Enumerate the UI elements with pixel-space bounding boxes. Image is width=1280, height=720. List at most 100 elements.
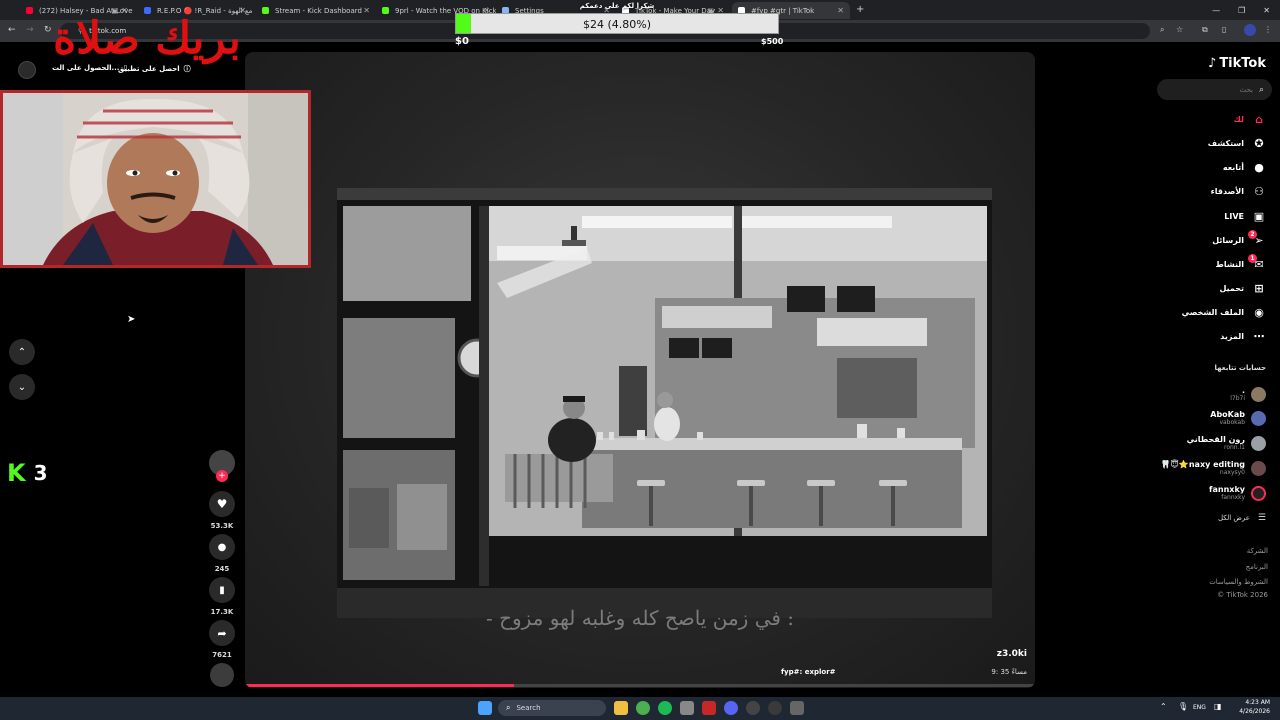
footer-link[interactable]: الشروط والسياسات (1209, 578, 1268, 586)
store-icon[interactable] (680, 701, 694, 715)
zoom-icon[interactable]: ⌕ (1160, 25, 1164, 35)
webcam-frame (0, 90, 311, 268)
profile-avatar-icon[interactable] (1244, 24, 1256, 36)
app-red-icon[interactable] (702, 701, 716, 715)
following-item[interactable]: fannxky fannxky (1209, 482, 1266, 504)
sidebar-item-compass[interactable]: استكشف ✪ (1208, 134, 1266, 152)
tiktok-brand-text: TikTok (1219, 56, 1266, 71)
save-count: 17.3K (210, 608, 234, 616)
mic-icon[interactable]: 🎙 (1178, 702, 1188, 711)
windows-taskbar: ⌕ Search ⌃ 🎙 ENG ◨ 4:23 AM 4/26/2026 (0, 697, 1280, 720)
comment-button[interactable]: ● 245 (208, 534, 236, 573)
next-video-button[interactable]: ⌄ (9, 374, 35, 400)
bookmark-star-icon[interactable]: ☆ (1176, 25, 1183, 34)
steam-icon[interactable] (768, 701, 782, 715)
close-tab-icon[interactable]: ✕ (363, 6, 370, 15)
copyright-text: © TikTok 2026 (1217, 591, 1268, 599)
sidebar-item-label: الأصدقاء (1210, 186, 1244, 196)
taskbar-date[interactable]: 4/26/2026 (1239, 708, 1270, 715)
restore-icon[interactable]: ❐ (1238, 6, 1245, 15)
sidebar-item-home[interactable]: لك ⌂ (1234, 110, 1266, 128)
creator-avatar-button[interactable]: + (208, 450, 236, 482)
donation-goal-max: $500 (761, 37, 784, 46)
following-item[interactable]: . l7b7i (1230, 383, 1266, 405)
taskbar-search-label: Search (516, 704, 541, 712)
video-player[interactable]: - في زمن ياصح كله وغلبه لهو مزوح : z3.0k… (245, 52, 1035, 688)
taskbar-search[interactable]: ⌕ Search (498, 700, 606, 716)
sidebar-item-friends[interactable]: الأصدقاء ⚇ (1211, 182, 1266, 200)
video-time: 9: 35 مساءً (991, 668, 1027, 676)
sidebar-item-upload[interactable]: تحميل ⊞ (1219, 279, 1266, 297)
kick-favicon-icon (382, 7, 389, 14)
notification-badge: 2 (1248, 229, 1257, 239)
tiktok-logo[interactable]: ♪ TikTok (1208, 56, 1266, 71)
search-box[interactable]: ⌕ (1157, 79, 1272, 100)
sidebar-item-following-avatar[interactable]: أتابعه ● (1223, 158, 1266, 176)
following-name: . (1241, 386, 1245, 395)
footer-link[interactable]: البرنامج (1246, 563, 1268, 571)
send-icon: ➢ 2 (1248, 229, 1266, 247)
app-icon[interactable] (746, 701, 760, 715)
spotify-icon[interactable] (658, 701, 672, 715)
sidebar-item-profile[interactable]: الملف الشخصي ◉ (1182, 303, 1266, 321)
minimize-icon[interactable]: — (1212, 6, 1220, 15)
list-icon: ☰ (1257, 513, 1266, 523)
sidebar-item-inbox[interactable]: النشاط ✉ 1 (1215, 253, 1266, 273)
tray-chevron-icon[interactable]: ⌃ (1160, 702, 1167, 711)
tiktok-note-icon: ♪ (1208, 56, 1217, 71)
search-input[interactable] (1172, 85, 1253, 94)
follow-plus-icon[interactable]: + (216, 470, 228, 482)
search-icon[interactable]: ⌕ (1259, 85, 1264, 95)
see-all-link[interactable]: عرض الكل ☰ (1218, 509, 1266, 527)
info-icon: ⓘ (183, 65, 191, 73)
mouse-cursor-icon: ➤ (127, 314, 136, 325)
close-tab-icon[interactable]: ✕ (837, 6, 844, 15)
sidebar-item-label: أتابعه (1222, 162, 1244, 172)
extensions-icon[interactable]: ⧉ (1202, 25, 1208, 35)
video-author[interactable]: z3.0ki (997, 649, 1027, 659)
following-item[interactable]: AboKab vabokab (1210, 407, 1266, 429)
browser-tab[interactable]: Stream - Kick Dashboard ✕ (256, 2, 376, 19)
file-explorer-icon[interactable] (614, 701, 628, 715)
share-button[interactable]: ➦ 7621 (208, 620, 236, 659)
video-progress-track[interactable] (245, 684, 1035, 687)
video-caption[interactable]: fyp#: explor# (781, 668, 836, 676)
menu-kebab-icon[interactable]: ⋮ (1264, 25, 1272, 34)
previous-video-button[interactable]: ⌃ (9, 339, 35, 365)
language-indicator[interactable]: ENG (1193, 704, 1206, 711)
following-item[interactable]: رون القحطاني ronn.l1 (1187, 432, 1266, 454)
back-icon[interactable]: ← (8, 25, 16, 35)
discord-icon[interactable] (724, 701, 738, 715)
share-icon[interactable]: ➦ (209, 620, 235, 646)
taskbar-time[interactable]: 4:23 AM (1245, 699, 1270, 706)
comment-icon[interactable]: ● (209, 534, 235, 560)
get-coins-button[interactable]: الحصول على الت... ▯ (52, 64, 127, 72)
new-tab-button[interactable]: + (856, 4, 864, 15)
sidebar-item-more[interactable]: المزيد ⋯ (1220, 327, 1266, 345)
save-button[interactable]: ▮ 17.3K (208, 577, 236, 616)
share-count: 7621 (212, 651, 232, 659)
sidebar-item-label: تحميل (1219, 283, 1244, 293)
footer-link[interactable]: الشركة (1247, 547, 1268, 555)
donation-goal-banner: شكرا لكم على دعمكم (579, 2, 655, 10)
windows-start-icon[interactable] (478, 701, 492, 715)
app-icon[interactable] (790, 701, 804, 715)
chrome-icon[interactable] (636, 701, 650, 715)
avatar (1251, 485, 1266, 501)
bookmark-icon[interactable]: ▮ (209, 577, 235, 603)
music-disc-icon[interactable] (210, 663, 234, 687)
sidebar-item-send[interactable]: الرسائل ➢ 2 (1212, 229, 1266, 249)
like-button[interactable]: ♥ 53.3K (208, 491, 236, 530)
notification-badge: 1 (1248, 253, 1257, 263)
volume-icon[interactable]: ◨ (1214, 702, 1222, 711)
more-icon: ⋯ (1253, 329, 1265, 343)
heart-icon[interactable]: ♥ (209, 491, 235, 517)
following-item[interactable]: 🦷😇⭐naxy editing naxysy0 (1161, 457, 1266, 479)
sidebar-item-label: النشاط (1215, 259, 1244, 269)
get-app-button[interactable]: احصل على تطبيق ⓘ (118, 64, 191, 74)
close-window-icon[interactable]: ✕ (1263, 6, 1270, 15)
music-disc-button[interactable] (208, 663, 236, 687)
sidebar-item-live[interactable]: LIVE ▣ (1224, 207, 1266, 225)
sidepanel-icon[interactable]: ▯ (1222, 25, 1226, 34)
sidebar-item-label: استكشف (1207, 138, 1244, 148)
